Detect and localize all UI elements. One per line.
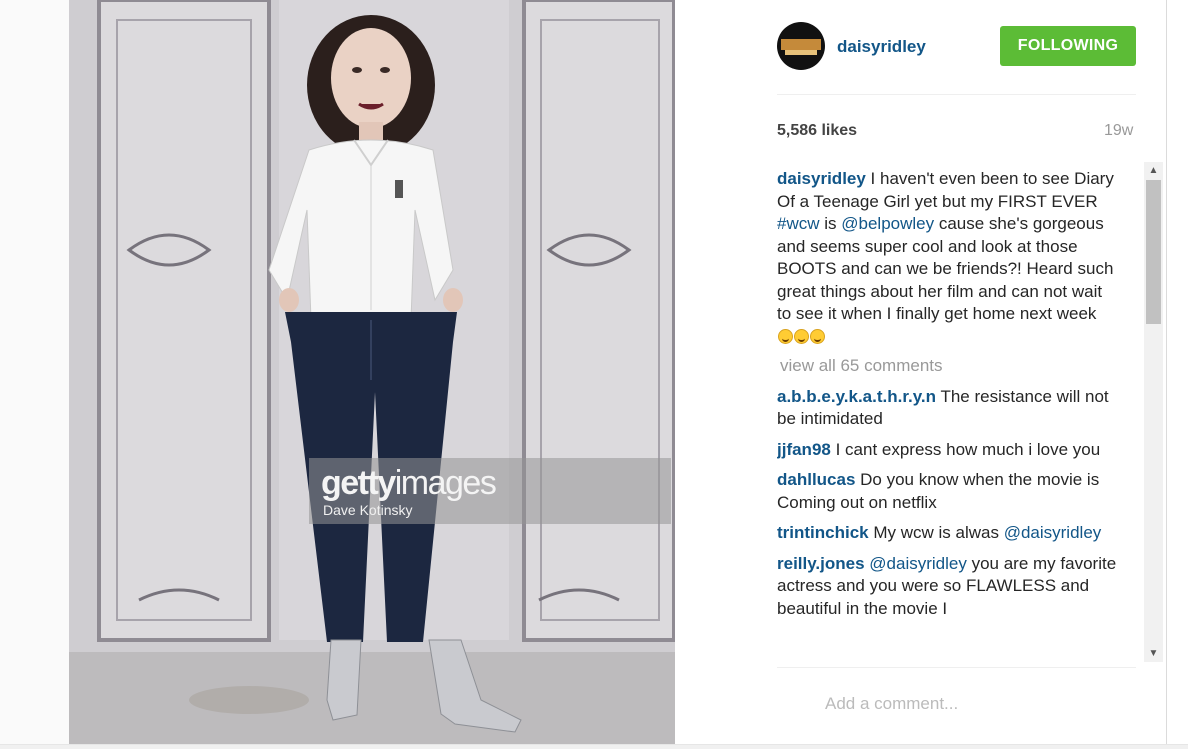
getty-logo: gettyimages — [321, 464, 497, 502]
grinning-face-emoji-icon — [810, 328, 825, 344]
comment-item: jjfan98 I cant express how much i love y… — [777, 439, 1117, 462]
getty-watermark: gettyimages Dave Kotinsky — [309, 458, 671, 524]
comment-item: trintinchick My wcw is alwas @daisyridle… — [777, 522, 1117, 545]
user-avatar[interactable] — [777, 22, 825, 70]
comment-username-link[interactable]: a.b.b.e.y.k.a.t.h.r.y.n — [777, 387, 936, 406]
mention-link[interactable]: @belpowley — [841, 214, 934, 233]
page-bottom-edge — [0, 744, 1188, 749]
post-timestamp[interactable]: 19w — [1104, 122, 1133, 140]
post-header: daisyridley FOLLOWING — [777, 22, 1137, 72]
photo-illustration — [69, 0, 675, 746]
page-right-margin — [1167, 0, 1188, 746]
hashtag-link[interactable]: #wcw — [777, 214, 820, 233]
header-divider — [777, 94, 1136, 95]
scroll-down-arrow-icon[interactable]: ▼ — [1144, 645, 1163, 662]
comment-text: My wcw is alwas — [868, 523, 1004, 542]
grinning-face-emoji-icon — [778, 328, 793, 344]
view-all-comments-link[interactable]: view all 65 comments — [780, 355, 1117, 378]
comment-item: dahllucas Do you know when the movie is … — [777, 469, 1117, 514]
grinning-face-emoji-icon — [794, 328, 809, 344]
page-left-margin — [0, 0, 69, 749]
photo-credit: Dave Kotinsky — [323, 502, 413, 518]
comment-username-link[interactable]: trintinchick — [777, 523, 869, 542]
comment-username-link[interactable]: dahllucas — [777, 470, 855, 489]
post-details-panel: daisyridley FOLLOWING 5,586 likes 19w da… — [675, 0, 1166, 746]
post-username-link[interactable]: daisyridley — [837, 37, 926, 57]
comments-scrollbar[interactable]: ▲ ▼ — [1144, 162, 1163, 662]
comment-username-link[interactable]: reilly.jones — [777, 554, 865, 573]
scroll-up-arrow-icon[interactable]: ▲ — [1144, 162, 1163, 179]
comment-item: reilly.jones @daisyridley you are my fav… — [777, 553, 1117, 621]
caption: daisyridley I haven't even been to see D… — [777, 168, 1117, 348]
comments-list: daisyridley I haven't even been to see D… — [777, 168, 1117, 662]
post-photo[interactable]: gettyimages Dave Kotinsky — [69, 0, 675, 746]
add-comment-input[interactable] — [825, 690, 1135, 718]
mention-link[interactable]: @daisyridley — [1004, 523, 1102, 542]
comment-text: I cant express how much i love you — [830, 439, 1101, 459]
comment-username-link[interactable]: jjfan98 — [777, 440, 831, 459]
caption-username-link[interactable]: daisyridley — [777, 169, 866, 188]
likes-count[interactable]: 5,586 likes — [777, 122, 857, 140]
caption-text: is — [819, 214, 842, 233]
scrollbar-thumb[interactable] — [1146, 180, 1161, 324]
mention-link[interactable]: @daisyridley — [869, 554, 967, 573]
avatar-image — [781, 39, 821, 50]
avatar-image-detail — [785, 50, 817, 55]
comment-divider — [777, 667, 1136, 668]
following-button[interactable]: FOLLOWING — [1000, 26, 1136, 66]
comment-item: a.b.b.e.y.k.a.t.h.r.y.n The resistance w… — [777, 386, 1117, 431]
